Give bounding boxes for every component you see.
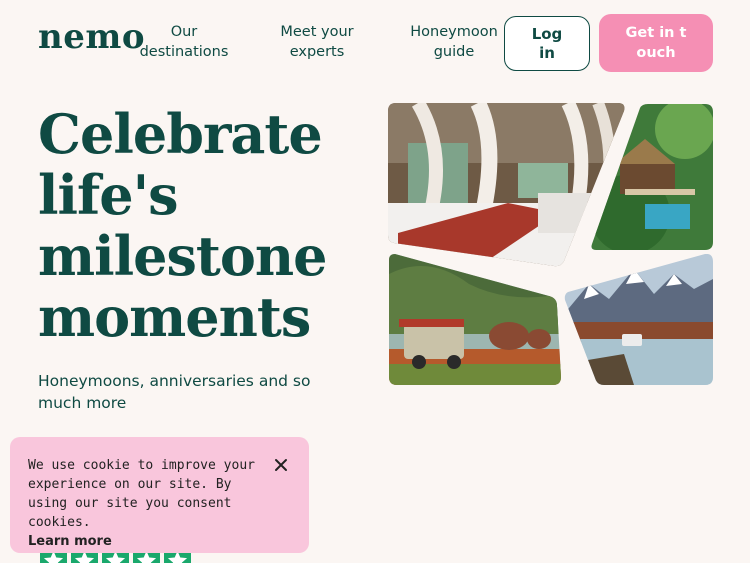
nav-meet-your-experts[interactable]: Meet your experts <box>272 22 362 62</box>
photo-mountain-lake-jeep <box>564 254 713 385</box>
get-in-touch-button[interactable]: Get in touch <box>599 14 713 72</box>
nav-honeymoon-guide[interactable]: Honeymoon guide <box>404 22 504 62</box>
hero-title: Celebrate life's milestone moments <box>38 102 328 349</box>
photo-treehouse-pool-villa <box>590 104 713 250</box>
photo-elephants-safari-jeep <box>389 254 561 385</box>
nemo-logo[interactable]: nemo <box>38 20 145 54</box>
nav-our-destinations[interactable]: Our destinations <box>139 22 229 62</box>
hero-subtitle: Honeymoons, anniversaries and so much mo… <box>38 372 311 412</box>
learn-more-link[interactable]: Learn more <box>28 532 291 551</box>
cookie-banner: We use cookie to improve your experience… <box>10 437 309 553</box>
cookie-text: We use cookie to improve your experience… <box>28 458 255 530</box>
close-icon[interactable] <box>273 457 289 473</box>
login-button[interactable]: Log in <box>504 16 590 71</box>
